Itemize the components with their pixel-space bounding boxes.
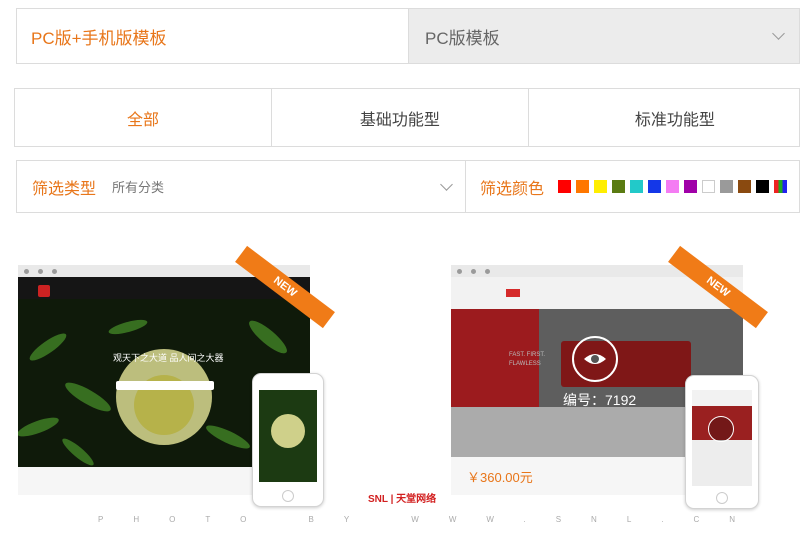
- view-eye-icon[interactable]: [572, 336, 618, 382]
- type-filter-dropdown[interactable]: 筛选类型 所有分类: [17, 161, 466, 212]
- price: ￥360.00元: [467, 470, 533, 485]
- hero-title: 观天下之大道 品人间之大器: [113, 353, 224, 363]
- color-swatch[interactable]: [558, 180, 572, 193]
- tab-all-label: 全部: [126, 111, 159, 129]
- logo: [506, 289, 520, 297]
- product-card[interactable]: FAST. FIRST. FLAWLESS 编号：7192 ￥360.00元 N…: [451, 245, 768, 509]
- watermark-text: PHOTO BY WWW.SNL.CN: [98, 515, 766, 524]
- color-swatch[interactable]: [684, 180, 698, 193]
- template-type-pc-mobile-label: PC版+手机版模板: [31, 28, 167, 48]
- view-eye-icon[interactable]: [708, 416, 734, 442]
- template-number: 编号：7192: [563, 392, 637, 408]
- template-type-pc-dropdown[interactable]: PC版模板: [409, 9, 799, 63]
- color-swatch[interactable]: [612, 180, 626, 193]
- product-card[interactable]: 观天下之大道 品人间之大器 NEW: [18, 245, 335, 507]
- watermark-brand: SNL | 天堂网络: [368, 494, 437, 505]
- color-swatch[interactable]: [738, 180, 752, 193]
- template-type-selector: PC版+手机版模板 PC版模板: [16, 8, 800, 64]
- color-swatch[interactable]: [576, 180, 590, 193]
- template-type-pc-label: PC版模板: [425, 28, 500, 48]
- tab-standard-label: 标准功能型: [634, 111, 715, 129]
- color-swatch[interactable]: [720, 180, 734, 193]
- category-tabs: 全部 基础功能型 标准功能型: [14, 88, 800, 147]
- tab-basic[interactable]: 基础功能型: [272, 89, 529, 146]
- color-swatch[interactable]: [774, 180, 788, 193]
- template-type-pc-mobile[interactable]: PC版+手机版模板: [17, 9, 409, 63]
- color-swatch[interactable]: [648, 180, 662, 193]
- color-filter: 筛选颜色: [466, 161, 799, 212]
- type-filter-value: 所有分类: [112, 180, 165, 195]
- color-swatch[interactable]: [594, 180, 608, 193]
- mobile-preview: [252, 373, 324, 507]
- color-filter-label: 筛选颜色: [480, 180, 545, 198]
- preview-search: [116, 381, 214, 390]
- chevron-down-icon: [440, 178, 453, 191]
- color-swatch[interactable]: [702, 180, 716, 193]
- type-filter-label: 筛选类型: [32, 180, 97, 198]
- mobile-preview: [685, 375, 759, 509]
- color-swatch[interactable]: [666, 180, 680, 193]
- color-swatch[interactable]: [630, 180, 644, 193]
- tab-basic-label: 基础功能型: [359, 111, 440, 129]
- color-swatch[interactable]: [756, 180, 770, 193]
- filter-bar: 筛选类型 所有分类 筛选颜色: [16, 160, 800, 213]
- tab-standard[interactable]: 标准功能型: [529, 89, 799, 146]
- tab-all[interactable]: 全部: [15, 89, 272, 146]
- chevron-down-icon: [772, 27, 785, 40]
